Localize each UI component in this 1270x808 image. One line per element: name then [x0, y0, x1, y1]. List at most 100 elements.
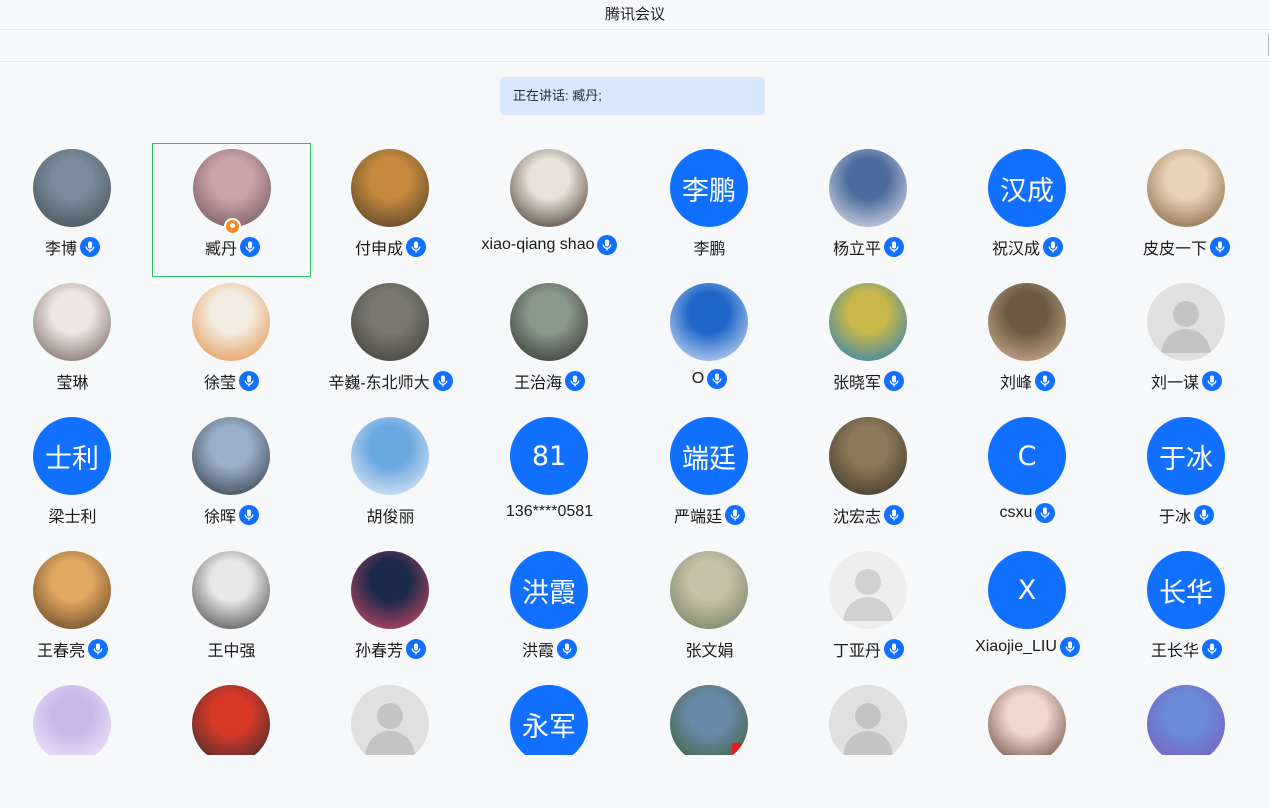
participant-name: 莹琳 [56, 375, 89, 392]
participant-tile[interactable]: 汉成 祝汉成 [948, 143, 1107, 277]
participant-name: 杨立平 [832, 241, 881, 258]
participant-tile[interactable]: 孙春芳 [311, 545, 470, 679]
microphone-icon[interactable] [1035, 503, 1056, 523]
avatar: C [988, 417, 1066, 495]
participant-name-row: 祝汉成 [948, 235, 1107, 259]
microphone-icon[interactable] [1202, 371, 1222, 391]
microphone-icon[interactable] [1059, 637, 1080, 657]
microphone-icon[interactable] [565, 371, 585, 391]
participant-tile[interactable]: 张文娟 [630, 545, 789, 679]
participant-tile[interactable]: 胡俊丽 [311, 411, 470, 545]
avatar [351, 149, 429, 227]
flag-icon [732, 743, 748, 755]
participant-tile[interactable]: 皮皮一下 [1107, 143, 1266, 277]
microphone-icon[interactable] [239, 371, 259, 391]
participant-tile[interactable]: xiao-qiang shao [470, 143, 629, 277]
participant-tile[interactable]: 臧丹 [152, 143, 311, 277]
microphone-icon[interactable] [707, 369, 728, 389]
participant-name-row: 王中强 [152, 637, 311, 661]
avatar [1147, 149, 1225, 227]
participant-name-row: 王春亮 [0, 637, 152, 661]
microphone-icon[interactable] [597, 235, 618, 255]
participant-name: 王长华 [1150, 643, 1199, 660]
microphone-icon[interactable] [406, 639, 426, 659]
participant-tile[interactable]: 长华 王长华 [1107, 545, 1266, 679]
microphone-icon[interactable] [432, 371, 453, 391]
participant-tile[interactable]: 辛巍-东北师大 [311, 277, 470, 411]
participant-tile[interactable]: X Xiaojie_LIU [948, 545, 1107, 679]
avatar: 长华 [1147, 551, 1225, 629]
participant-name: 付申成 [354, 241, 403, 258]
participant-tile[interactable] [789, 679, 948, 755]
participant-tile[interactable]: 徐莹 [152, 277, 311, 411]
microphone-icon[interactable] [1202, 639, 1222, 659]
participant-name: 徐莹 [203, 375, 236, 392]
participant-name: 刘峰 [999, 375, 1032, 392]
participant-tile[interactable] [1107, 679, 1266, 755]
microphone-icon[interactable] [240, 237, 260, 257]
avatar [670, 551, 748, 629]
microphone-icon[interactable] [1194, 505, 1214, 525]
participant-tile[interactable] [630, 679, 789, 755]
participant-tile[interactable]: 徐晖 [152, 411, 311, 545]
participant-tile[interactable]: 王中强 [152, 545, 311, 679]
participant-name-row: 皮皮一下 [1107, 235, 1266, 259]
participant-tile[interactable]: 士利 梁士利 [0, 411, 152, 545]
participant-tile[interactable]: 付申成 [311, 143, 470, 277]
avatar: 端廷 [670, 417, 748, 495]
participant-tile[interactable]: 端廷 严端廷 [630, 411, 789, 545]
participant-tile[interactable] [152, 679, 311, 755]
participant-tile[interactable]: 永军 [470, 679, 629, 755]
participant-name: 辛巍-东北师大 [328, 375, 430, 392]
participant-name: 梁士利 [48, 509, 97, 526]
microphone-icon[interactable] [884, 505, 904, 525]
participant-tile[interactable]: Ccsxu [948, 411, 1107, 545]
participant-grid: 李博 臧丹 付申成 xiao-qiang shao 李鹏 李鹏 杨立平 汉成 祝汉成 皮皮一下 莹琳… [0, 143, 1270, 755]
participant-tile[interactable] [311, 679, 470, 755]
microphone-icon[interactable] [406, 237, 426, 257]
participant-name: O [691, 370, 705, 387]
participant-name-row: csxu [948, 503, 1107, 523]
participant-tile[interactable]: 刘一谋 [1107, 277, 1266, 411]
microphone-icon[interactable] [1210, 237, 1230, 257]
host-badge-icon [224, 218, 241, 235]
microphone-icon[interactable] [1043, 237, 1063, 257]
participant-tile[interactable]: 于冰 于冰 [1107, 411, 1266, 545]
participant-name: 于冰 [1158, 509, 1191, 526]
microphone-icon[interactable] [884, 639, 904, 659]
microphone-icon[interactable] [80, 237, 100, 257]
participant-tile[interactable] [0, 679, 152, 755]
microphone-icon[interactable] [725, 505, 745, 525]
participant-tile[interactable]: O [630, 277, 789, 411]
participant-name-row: 杨立平 [789, 235, 948, 259]
participant-name-row: 张文娟 [630, 637, 789, 661]
microphone-icon[interactable] [884, 237, 904, 257]
participant-name-row: 李鹏 [630, 235, 789, 259]
participant-tile[interactable]: 杨立平 [789, 143, 948, 277]
participant-tile[interactable]: 李鹏 李鹏 [630, 143, 789, 277]
participant-name: 严端廷 [673, 509, 722, 526]
participant-tile[interactable]: 81 136****0581 [470, 411, 629, 545]
participant-tile[interactable]: 丁亚丹 [789, 545, 948, 679]
participant-tile[interactable]: 王春亮 [0, 545, 152, 679]
microphone-icon[interactable] [1035, 371, 1055, 391]
participant-tile[interactable]: 沈宏志 [789, 411, 948, 545]
avatar [829, 149, 907, 227]
participant-name: 张文娟 [685, 643, 734, 660]
participant-tile[interactable]: 王治海 [470, 277, 629, 411]
avatar: 李鹏 [670, 149, 748, 227]
participant-tile[interactable]: 刘峰 [948, 277, 1107, 411]
participant-tile[interactable]: 洪霞 洪霞 [470, 545, 629, 679]
participant-name-row: 胡俊丽 [311, 503, 470, 527]
participant-tile[interactable]: 李博 [0, 143, 152, 277]
microphone-icon[interactable] [557, 639, 577, 659]
participant-tile[interactable]: 莹琳 [0, 277, 152, 411]
microphone-icon[interactable] [88, 639, 108, 659]
avatar [192, 417, 270, 495]
participant-tile[interactable]: 张晓军 [789, 277, 948, 411]
microphone-icon[interactable] [884, 371, 904, 391]
avatar [670, 283, 748, 361]
participant-tile[interactable] [948, 679, 1107, 755]
microphone-icon[interactable] [239, 505, 259, 525]
avatar [33, 685, 111, 755]
